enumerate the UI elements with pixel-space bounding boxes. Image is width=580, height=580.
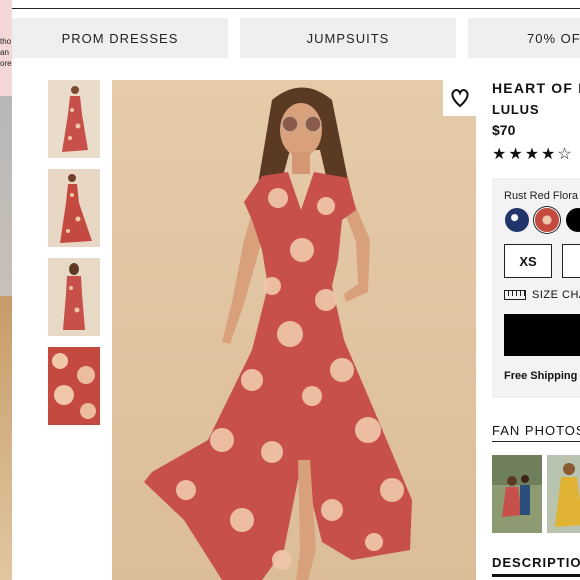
rating-stars[interactable]: ★★★★☆ (492, 144, 574, 164)
description-heading[interactable]: DESCRIPTION (492, 555, 580, 570)
heart-icon (450, 89, 469, 108)
size-chart-link[interactable]: SIZE CHA (504, 289, 580, 301)
shipping-info: Free Shipping (504, 370, 578, 382)
product-price: $70 (492, 122, 516, 138)
fan-photos-divider (492, 441, 580, 442)
size-option-xs[interactable]: XS (504, 244, 552, 278)
description-underline (492, 574, 580, 577)
fan-photos-title: FAN PHOTOS (492, 423, 580, 438)
fan-photo[interactable] (492, 455, 542, 533)
category-jumpsuits[interactable]: JUMPSUITS (240, 18, 456, 58)
category-prom-dresses[interactable]: PROM DRESSES (12, 18, 228, 58)
background-window-text: tho an ore (0, 37, 12, 68)
ruler-icon (504, 290, 526, 300)
thumbnail-fabric-detail[interactable] (48, 347, 100, 425)
add-to-bag-button[interactable] (504, 314, 580, 356)
size-option-next[interactable] (562, 244, 580, 278)
fan-photo[interactable] (547, 455, 580, 533)
thumbnail-front[interactable] (48, 80, 100, 158)
product-brand[interactable]: LULUS (492, 102, 539, 117)
selected-color-label: Rust Red Flora (504, 190, 578, 202)
background-window-sliver: tho an ore (0, 0, 12, 580)
product-options-panel (492, 178, 580, 398)
product-title: HEART OF I (492, 80, 580, 96)
category-70-off[interactable]: 70% OFF (468, 18, 580, 58)
background-window-image-lower (0, 296, 12, 580)
thumbnail-back[interactable] (48, 258, 100, 336)
product-main-image[interactable] (112, 80, 476, 580)
header-divider (12, 0, 580, 9)
color-swatch-rust-red-floral[interactable] (535, 208, 559, 232)
size-chart-label: SIZE CHA (532, 289, 580, 301)
background-window-image (0, 96, 12, 296)
thumbnail-side[interactable] (48, 169, 100, 247)
favorite-heart-button[interactable] (443, 80, 476, 116)
color-swatch-navy-floral[interactable] (505, 208, 529, 232)
